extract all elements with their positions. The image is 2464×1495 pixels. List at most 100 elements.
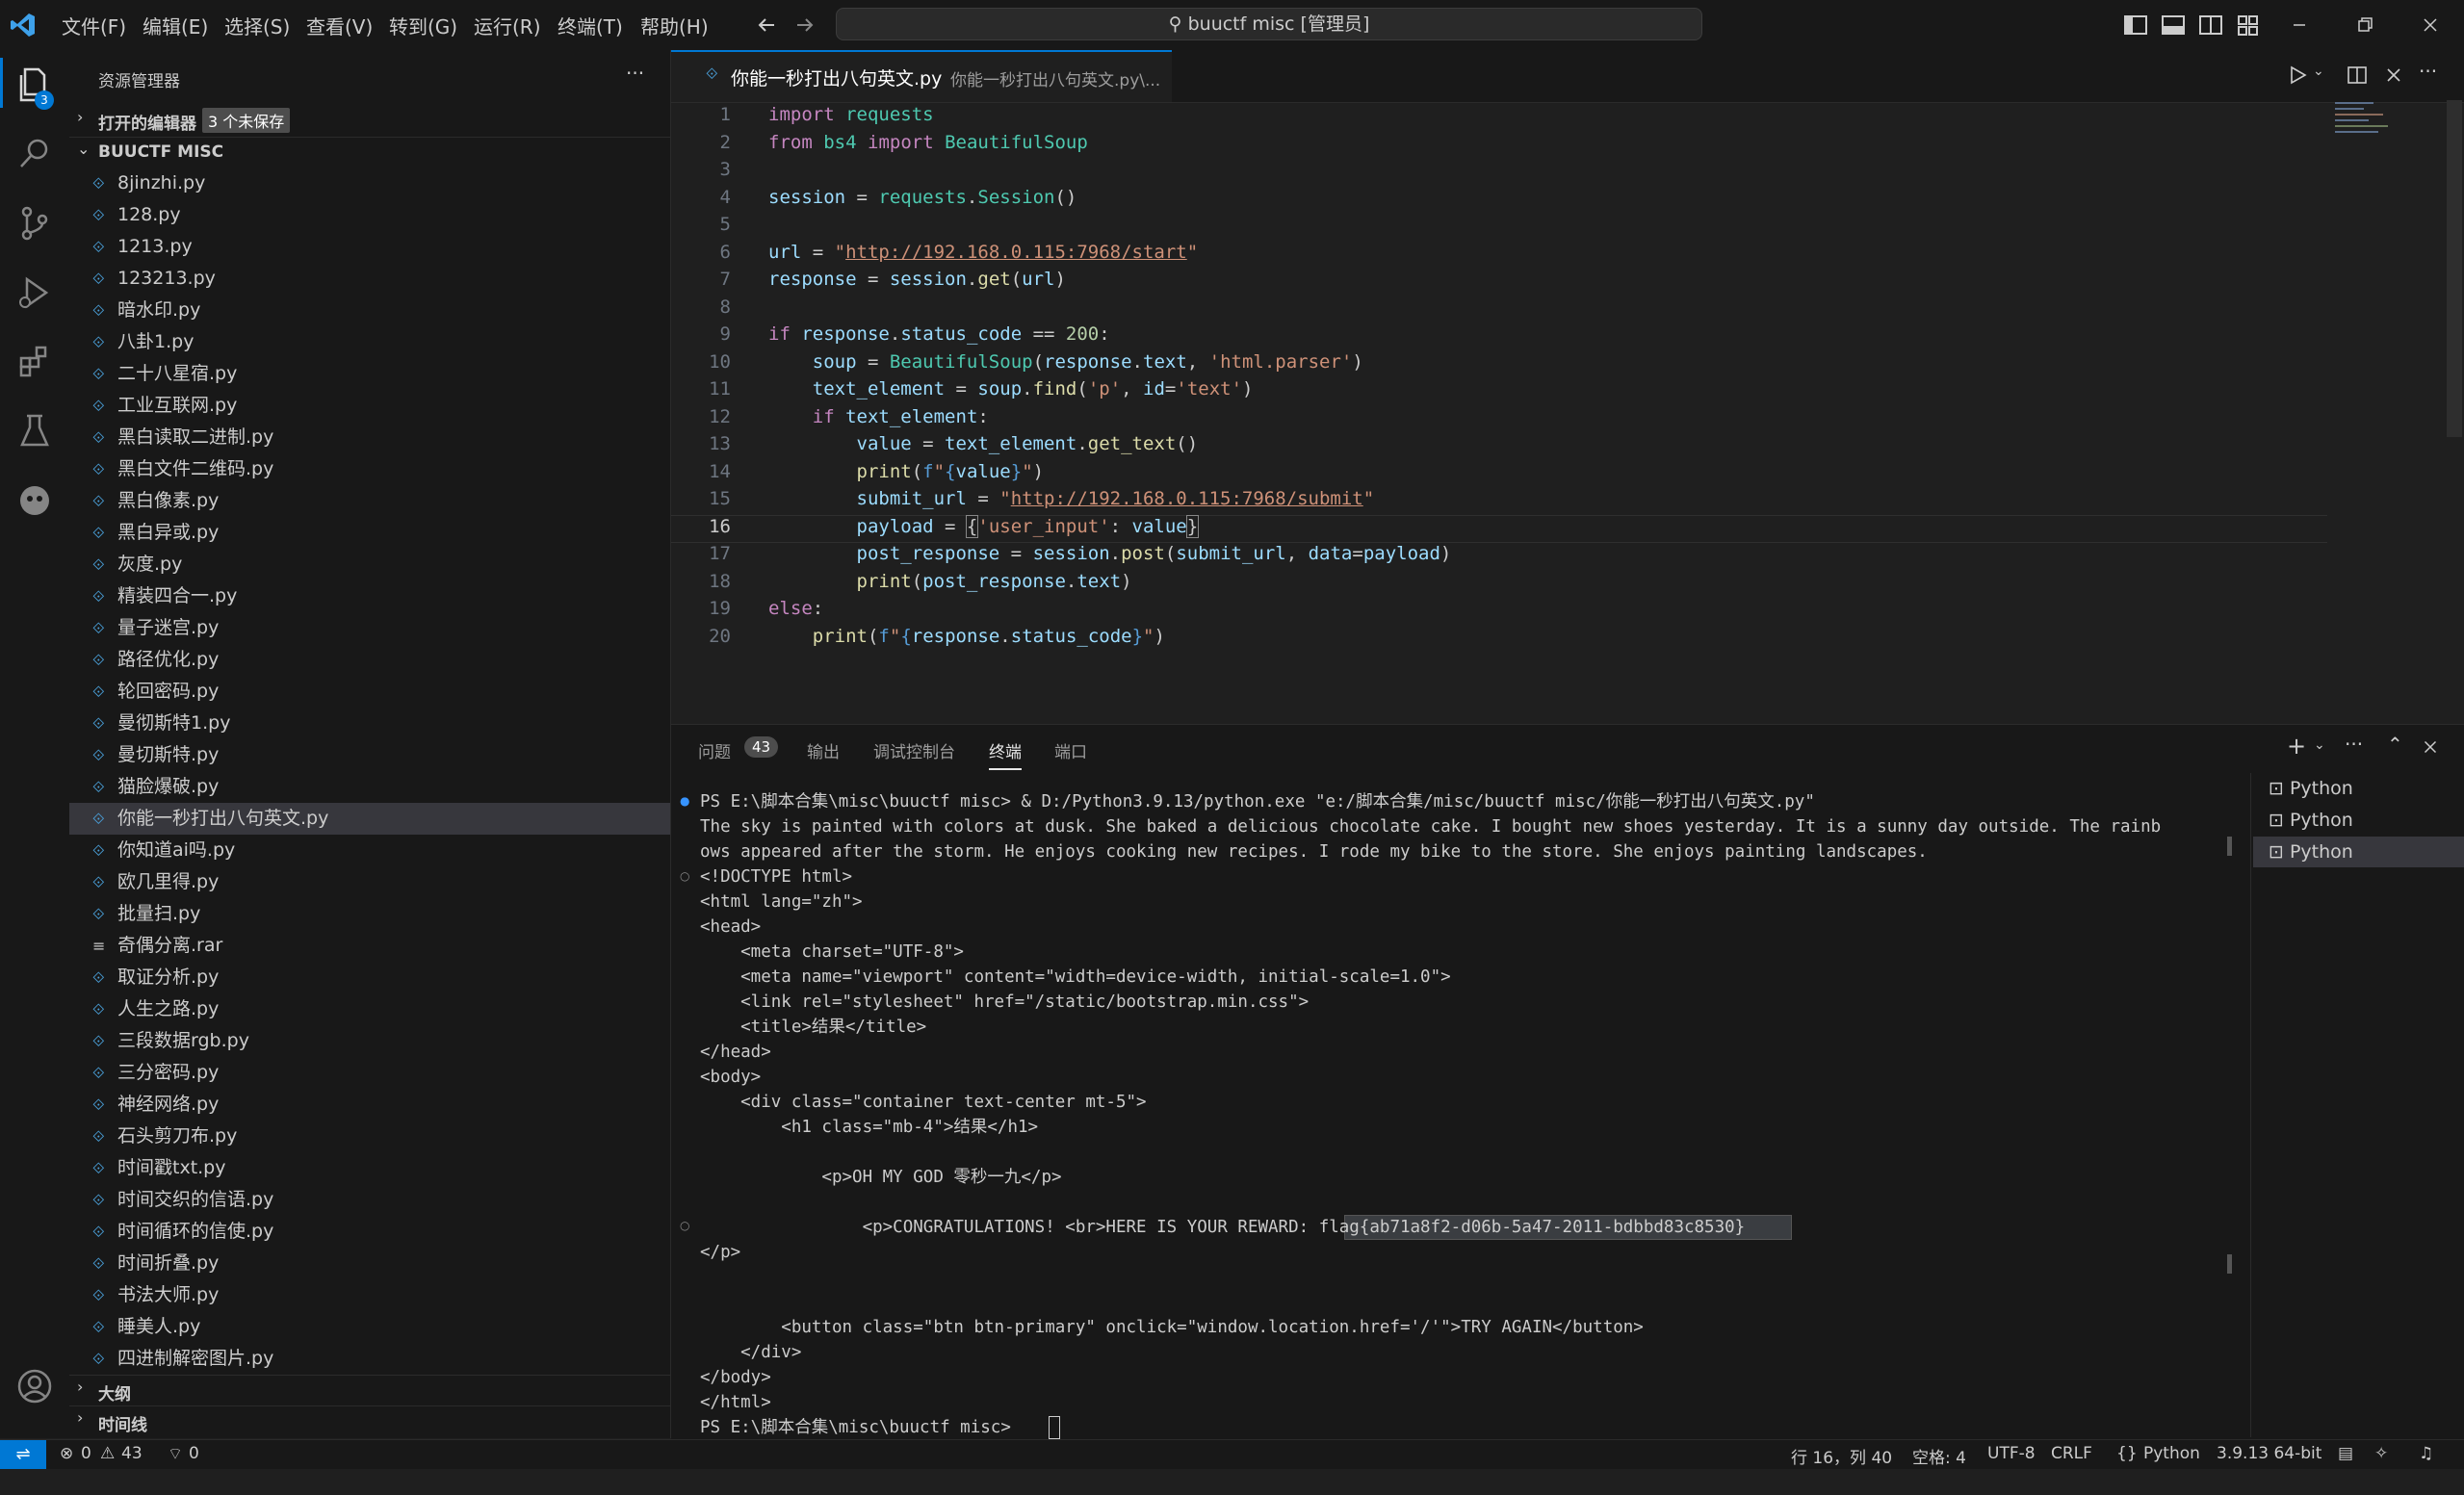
forward-arrow-icon[interactable] bbox=[793, 13, 817, 37]
code-line[interactable]: 2 from bs4 import BeautifulSoup bbox=[671, 129, 2327, 157]
remote-explorer-icon[interactable] bbox=[13, 479, 56, 522]
editor-scrollbar[interactable] bbox=[2447, 100, 2462, 437]
file-item[interactable]: ≡ 奇偶分离.rar bbox=[69, 930, 670, 962]
menu-item[interactable]: 帮助(H) bbox=[640, 12, 709, 39]
code-line[interactable]: 6 url = "http://192.168.0.115:7968/start" bbox=[671, 239, 2327, 267]
language-mode[interactable]: Python bbox=[2143, 1444, 2200, 1463]
file-item[interactable]: ⟐ 黑白读取二进制.py bbox=[69, 422, 670, 453]
menu-item[interactable]: 转到(G) bbox=[389, 12, 457, 39]
file-item[interactable]: ⟐ 精装四合一.py bbox=[69, 580, 670, 612]
panel-more-icon[interactable]: ··· bbox=[2345, 733, 2363, 756]
file-item[interactable]: ⟐ 黑白文件二维码.py bbox=[69, 453, 670, 485]
terminal-instance[interactable]: ⊡ Python bbox=[2253, 837, 2464, 867]
back-arrow-icon[interactable] bbox=[755, 13, 778, 37]
file-item[interactable]: ⟐ 黑白异或.py bbox=[69, 517, 670, 549]
file-item[interactable]: ⟐ 三分密码.py bbox=[69, 1057, 670, 1089]
file-item[interactable]: ⟐ 二十八星宿.py bbox=[69, 358, 670, 390]
code-line[interactable]: 3 bbox=[671, 156, 2327, 184]
file-item[interactable]: ⟐ 曼彻斯特1.py bbox=[69, 708, 670, 739]
code-line[interactable]: 10 soup = BeautifulSoup(response.text, '… bbox=[671, 348, 2327, 376]
errors-count[interactable]: 0 bbox=[81, 1444, 91, 1463]
minimize-icon[interactable] bbox=[2286, 12, 2313, 39]
indentation[interactable]: 空格: 4 bbox=[1912, 1444, 1966, 1468]
tab-problems[interactable]: 问题 bbox=[698, 738, 731, 762]
code-line[interactable]: 20 print(f"{response.status_code}") bbox=[671, 623, 2327, 651]
file-item[interactable]: ⟐ 路径优化.py bbox=[69, 644, 670, 676]
toggle-primary-sidebar-icon[interactable] bbox=[2122, 12, 2149, 39]
editor-more-icon[interactable]: ··· bbox=[2419, 60, 2437, 83]
code-line[interactable]: 5 bbox=[671, 211, 2327, 239]
testing-icon[interactable] bbox=[13, 410, 56, 452]
file-item[interactable]: ⟐ 猫脸爆破.py bbox=[69, 771, 670, 803]
outline-section[interactable]: › 大纲 bbox=[69, 1375, 670, 1405]
tab-terminal[interactable]: 终端 bbox=[989, 738, 1022, 770]
maximize-panel-icon[interactable]: ⌃ bbox=[2387, 733, 2403, 756]
menu-item[interactable]: 选择(S) bbox=[224, 12, 290, 39]
terminal-instance[interactable]: ⊡ Python bbox=[2253, 805, 2464, 836]
code-line[interactable]: 17 post_response = session.post(submit_u… bbox=[671, 540, 2327, 568]
file-item[interactable]: ⟐ 时间折叠.py bbox=[69, 1248, 670, 1279]
split-editor-icon[interactable] bbox=[2346, 64, 2369, 87]
file-item[interactable]: ⟐ 取证分析.py bbox=[69, 962, 670, 993]
menu-item[interactable]: 终端(T) bbox=[558, 12, 623, 39]
file-item[interactable]: ⟐ 你知道ai吗.py bbox=[69, 835, 670, 866]
file-item[interactable]: ⟐ 你能一秒打出八句英文.py bbox=[69, 803, 670, 835]
menu-item[interactable]: 运行(R) bbox=[474, 12, 541, 39]
cursor-position[interactable]: 行 16，列 40 bbox=[1791, 1444, 1892, 1468]
file-item[interactable]: ⟐ 曼切斯特.py bbox=[69, 739, 670, 771]
file-item[interactable]: ⟐ 工业互联网.py bbox=[69, 390, 670, 422]
file-item[interactable]: ⟐ 时间循环的信使.py bbox=[69, 1216, 670, 1248]
code-line[interactable]: 8 bbox=[671, 294, 2327, 322]
extensions-icon[interactable] bbox=[13, 341, 56, 383]
code-line[interactable]: 9 if response.status_code == 200: bbox=[671, 321, 2327, 348]
search-view-icon[interactable] bbox=[13, 133, 56, 175]
run-dropdown-chevron-icon[interactable]: ⌄ bbox=[2313, 64, 2324, 79]
minimap[interactable] bbox=[2335, 100, 2393, 142]
source-control-icon[interactable] bbox=[13, 202, 56, 245]
file-item[interactable]: ⟐ 时间戳txt.py bbox=[69, 1152, 670, 1184]
tab-debug-console[interactable]: 调试控制台 bbox=[873, 738, 955, 762]
code-line[interactable]: 4 session = requests.Session() bbox=[671, 184, 2327, 212]
code-line[interactable]: 16 payload = {'user_input': value} bbox=[671, 513, 2327, 541]
code-line[interactable]: 18 print(post_response.text) bbox=[671, 568, 2327, 596]
close-window-icon[interactable] bbox=[2417, 12, 2444, 39]
code-line[interactable]: 1 import requests bbox=[671, 101, 2327, 129]
file-item[interactable]: ⟐ 石头剪刀布.py bbox=[69, 1121, 670, 1152]
editor-tab[interactable]: ⟐ 你能一秒打出八句英文.py 你能一秒打出八句英文.py\... bbox=[671, 50, 1172, 102]
file-item[interactable]: ⟐ 八卦1.py bbox=[69, 326, 670, 358]
menu-item[interactable]: 查看(V) bbox=[306, 12, 373, 39]
file-item[interactable]: ⟐ 量子迷宫.py bbox=[69, 612, 670, 644]
menu-item[interactable]: 文件(F) bbox=[62, 12, 126, 39]
file-item[interactable]: ⟐ 8jinzhi.py bbox=[69, 168, 670, 199]
file-item[interactable]: ⟐ 神经网络.py bbox=[69, 1089, 670, 1121]
code-line[interactable]: 11 text_element = soup.find('p', id='tex… bbox=[671, 375, 2327, 403]
restore-icon[interactable] bbox=[2351, 12, 2378, 39]
customize-layout-icon[interactable] bbox=[2235, 12, 2262, 39]
run-file-icon[interactable] bbox=[2286, 64, 2309, 87]
folder-section[interactable]: ⌄ BUUCTF MISC bbox=[69, 137, 670, 167]
file-item[interactable]: ⟐ 123213.py bbox=[69, 263, 670, 295]
more-actions-icon[interactable]: ··· bbox=[626, 62, 644, 85]
warnings-count[interactable]: 43 bbox=[121, 1444, 143, 1463]
file-item[interactable]: ⟐ 书法大师.py bbox=[69, 1279, 670, 1311]
file-item[interactable]: ⟐ 人生之路.py bbox=[69, 993, 670, 1025]
file-item[interactable]: ⟐ 批量扫.py bbox=[69, 898, 670, 930]
tab-ports[interactable]: 端口 bbox=[1054, 738, 1087, 762]
file-item[interactable]: ⟐ 欧几里得.py bbox=[69, 866, 670, 898]
close-editor-icon[interactable] bbox=[2382, 64, 2405, 87]
code-line[interactable]: 19 else: bbox=[671, 595, 2327, 623]
line-ending[interactable]: CRLF bbox=[2051, 1444, 2092, 1463]
terminal-instance[interactable]: ⊡ Python bbox=[2253, 773, 2464, 804]
terminal-dropdown-chevron-icon[interactable]: ⌄ bbox=[2314, 737, 2325, 753]
encoding[interactable]: UTF-8 bbox=[1987, 1444, 2036, 1463]
tab-output[interactable]: 输出 bbox=[807, 738, 840, 762]
menu-item[interactable]: 编辑(E) bbox=[143, 12, 208, 39]
new-terminal-icon[interactable]: + bbox=[2287, 733, 2306, 760]
code-line[interactable]: 13 value = text_element.get_text() bbox=[671, 430, 2327, 458]
file-item[interactable]: ⟐ 时间交织的信语.py bbox=[69, 1184, 670, 1216]
run-debug-icon[interactable] bbox=[13, 271, 56, 314]
timeline-section[interactable]: › 时间线 bbox=[69, 1405, 670, 1435]
file-item[interactable]: ⟐ 1213.py bbox=[69, 231, 670, 263]
remote-indicator-icon[interactable]: ⇌ bbox=[0, 1440, 46, 1469]
command-center-search[interactable]: ⚲ buuctf misc [管理员] bbox=[836, 8, 1702, 40]
